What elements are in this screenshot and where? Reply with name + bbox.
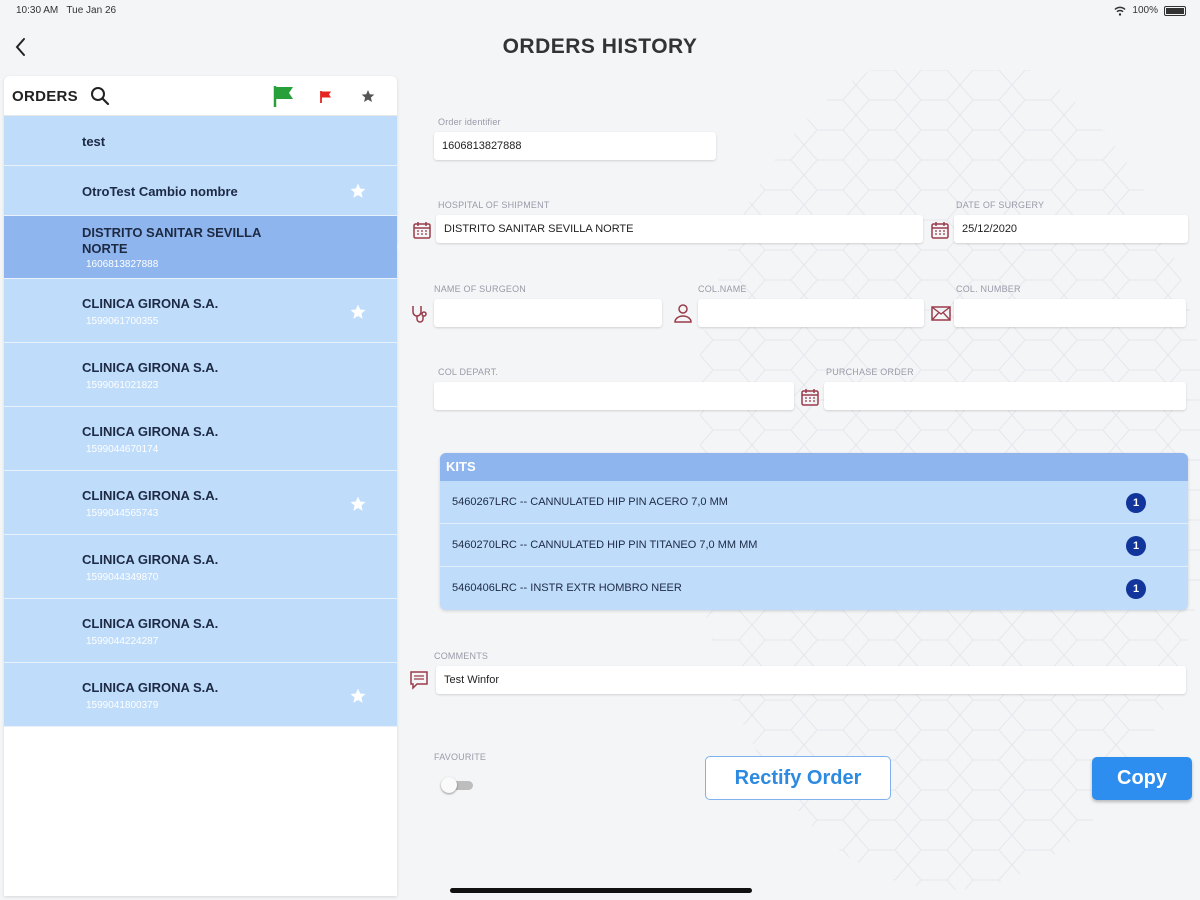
status-time-date: 10:30 AM Tue Jan 26 (16, 5, 116, 16)
favourite-toggle[interactable] (441, 777, 475, 793)
search-button[interactable] (88, 84, 112, 108)
toggle-knob (441, 777, 457, 793)
kit-quantity-badge: 1 (1126, 536, 1146, 556)
col-depart-label: COL DEPART. (438, 367, 499, 377)
envelope-icon (931, 306, 951, 321)
kit-row[interactable]: 5460406LRC -- INSTR EXTR HOMBRO NEER 1 (440, 567, 1188, 610)
status-bar: 10:30 AM Tue Jan 26 100% (0, 0, 1200, 22)
person-icon (674, 304, 692, 323)
favourite-label: FAVOURITE (434, 752, 487, 762)
status-date: Tue Jan 26 (66, 5, 117, 16)
battery-percent: 100% (1132, 5, 1158, 16)
order-name: CLINICA GIRONA S.A. (82, 424, 219, 439)
star-icon (350, 688, 366, 703)
list-item[interactable]: CLINICA GIRONA S.A. 1599044349870 (4, 535, 397, 599)
col-depart-field[interactable] (434, 382, 794, 410)
list-item-selected[interactable]: DISTRITO SANITAR SEVILLA NORTE 160681382… (4, 216, 409, 279)
order-id: 1599061700355 (86, 316, 159, 327)
list-item[interactable]: CLINICA GIRONA S.A. 1599044670174 (4, 407, 397, 471)
order-id: 1599044224287 (86, 636, 159, 647)
purchase-order-label: PURCHASE ORDER (826, 367, 914, 377)
stethoscope-icon (412, 306, 427, 323)
search-icon (91, 87, 110, 106)
list-item[interactable]: test (4, 116, 397, 166)
page-title: ORDERS HISTORY (502, 35, 698, 58)
order-name: CLINICA GIRONA S.A. (82, 360, 219, 375)
wifi-icon (1114, 6, 1126, 16)
filter-red-flag-button[interactable] (314, 84, 338, 108)
col-name-label: COL.NAME (698, 284, 747, 294)
order-name: CLINICA GIRONA S.A. (82, 488, 219, 503)
kit-row[interactable]: 5460267LRC -- CANNULATED HIP PIN ACERO 7… (440, 481, 1188, 524)
kit-quantity-badge: 1 (1126, 493, 1146, 513)
kit-description: 5460270LRC -- CANNULATED HIP PIN TITANEO… (452, 539, 758, 551)
kit-quantity-badge: 1 (1126, 579, 1146, 599)
green-flag-icon (273, 86, 293, 107)
order-name: OtroTest Cambio nombre (82, 184, 238, 199)
col-name-field[interactable] (698, 299, 924, 327)
order-id: 1599041800379 (86, 700, 159, 711)
surgeon-label: NAME OF SURGEON (434, 284, 527, 294)
rectify-order-button[interactable]: Rectify Order (705, 756, 891, 800)
comment-icon (410, 671, 428, 690)
order-identifier-field[interactable] (434, 132, 716, 160)
col-number-field[interactable] (954, 299, 1186, 327)
order-name: test (82, 134, 106, 149)
orders-sidebar: ORDERS test OtroTest Cambio nombre DISTR… (4, 76, 409, 896)
kit-description: 5460267LRC -- CANNULATED HIP PIN ACERO 7… (452, 496, 728, 508)
kit-row[interactable]: 5460270LRC -- CANNULATED HIP PIN TITANEO… (440, 524, 1188, 567)
calendar-icon (801, 389, 819, 406)
home-indicator (450, 888, 752, 893)
list-item[interactable]: CLINICA GIRONA S.A. 1599044224287 (4, 599, 397, 663)
order-name: CLINICA GIRONA S.A. (82, 616, 219, 631)
star-icon (361, 90, 375, 102)
kits-header: KITS (440, 453, 1188, 481)
calendar-icon (413, 222, 431, 239)
battery-icon (1164, 5, 1186, 16)
list-item[interactable]: CLINICA GIRONA S.A. 1599061021823 (4, 343, 397, 407)
list-item[interactable]: OtroTest Cambio nombre (4, 166, 397, 216)
order-name: DISTRITO SANITAR SEVILLA NORTE (82, 225, 261, 256)
order-identifier-label: Order identifier (438, 117, 501, 127)
list-item[interactable]: CLINICA GIRONA S.A. 1599041800379 (4, 663, 397, 727)
kit-description: 5460406LRC -- INSTR EXTR HOMBRO NEER (452, 582, 682, 594)
order-id: 1599044670174 (86, 444, 159, 455)
red-flag-icon (320, 91, 331, 103)
sidebar-header: ORDERS (4, 76, 397, 116)
sidebar-title: ORDERS (12, 88, 78, 105)
col-number-label: COL. NUMBER (956, 284, 1021, 294)
order-id: 1599044565743 (86, 508, 159, 519)
order-name: CLINICA GIRONA S.A. (82, 680, 219, 695)
filter-green-flag-button[interactable] (272, 84, 296, 108)
comments-field[interactable] (436, 666, 1186, 694)
calendar-icon (931, 222, 949, 239)
comments-label: COMMENTS (434, 651, 489, 661)
order-id: 1606813827888 (86, 259, 159, 270)
star-icon (350, 496, 366, 511)
orders-list: test OtroTest Cambio nombre DISTRITO SAN… (4, 116, 409, 727)
order-id: 1599044349870 (86, 572, 159, 583)
status-indicators: 100% (1114, 5, 1186, 16)
date-of-surgery-label: DATE OF SURGERY (956, 200, 1045, 210)
kits-panel: KITS 5460267LRC -- CANNULATED HIP PIN AC… (440, 453, 1188, 610)
purchase-order-field[interactable] (824, 382, 1186, 410)
list-item[interactable]: CLINICA GIRONA S.A. 1599061700355 (4, 279, 397, 343)
filter-favourites-button[interactable] (356, 84, 380, 108)
order-name: CLINICA GIRONA S.A. (82, 552, 219, 567)
hospital-field[interactable] (436, 215, 923, 243)
surgeon-field[interactable] (434, 299, 662, 327)
copy-button[interactable]: Copy (1092, 757, 1192, 800)
order-name: CLINICA GIRONA S.A. (82, 296, 219, 311)
order-id: 1599061021823 (86, 380, 159, 391)
star-icon (350, 304, 366, 319)
selection-pointer (397, 216, 409, 278)
list-item[interactable]: CLINICA GIRONA S.A. 1599044565743 (4, 471, 397, 535)
star-icon (350, 183, 366, 198)
date-of-surgery-field[interactable] (954, 215, 1188, 243)
hospital-label: HOSPITAL OF SHIPMENT (438, 200, 550, 210)
status-time: 10:30 AM (16, 5, 59, 16)
